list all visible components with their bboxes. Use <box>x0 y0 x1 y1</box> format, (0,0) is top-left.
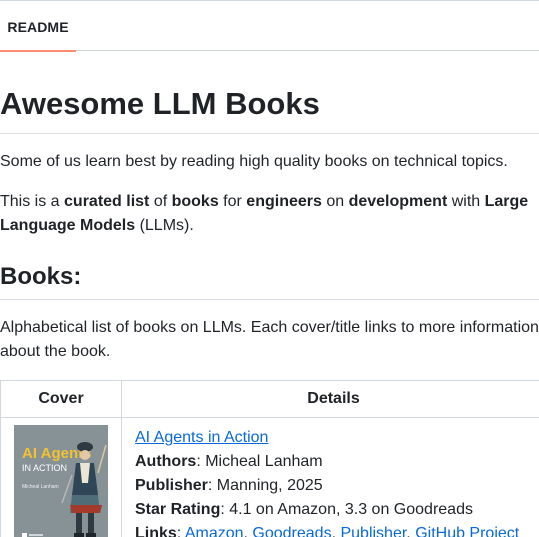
text-span: for <box>218 193 247 210</box>
book-title-line: AI Agents in Action <box>135 426 268 450</box>
link-amazon[interactable]: Amazon <box>185 525 244 537</box>
publisher-label: Publisher <box>135 477 208 494</box>
link-github-project[interactable]: GitHub Project <box>415 525 519 537</box>
cover-author: Micheal Lanham <box>22 484 59 490</box>
rating-label: Star Rating <box>135 501 221 518</box>
tab-readme-label: README <box>7 18 69 35</box>
text-span: on <box>321 193 349 210</box>
publisher-logo <box>22 533 27 537</box>
intro-paragraph: Some of us learn best by reading high qu… <box>0 153 508 170</box>
text-span: (LLMs). <box>135 217 194 234</box>
book-cover-image[interactable]: AI Agents IN ACTION Micheal Lanham <box>14 425 108 537</box>
link-goodreads[interactable]: Goodreads <box>252 525 331 537</box>
page-title: Awesome LLM Books <box>0 86 320 121</box>
bold-text: engineers <box>246 193 322 210</box>
tab-readme[interactable]: README <box>0 2 76 52</box>
column-header-details: Details <box>122 381 539 418</box>
links-line: Links: Amazon, Goodreads, Publisher, Git… <box>135 522 519 537</box>
publisher-value: Manning, 2025 <box>216 477 323 494</box>
tab-bar: README <box>0 0 539 52</box>
rating-value: 4.1 on Amazon, 3.3 on Goodreads <box>229 501 473 518</box>
book-cover-art: AI Agents IN ACTION Micheal Lanham <box>14 425 108 537</box>
cover-title-line2: IN ACTION <box>22 463 67 473</box>
books-table: Cover Details AI Agents IN ACTION Michea… <box>0 380 539 537</box>
table-cell-cover: AI Agents IN ACTION Micheal Lanham <box>1 418 122 537</box>
books-heading: Books: <box>0 263 82 290</box>
table-cell-details: AI Agents in Action Authors: Micheal Lan… <box>122 418 539 537</box>
book-title-link[interactable]: AI Agents in Action <box>135 429 268 446</box>
tab-active-indicator <box>0 50 76 52</box>
text-span: of <box>149 193 172 210</box>
column-header-cover: Cover <box>1 381 122 418</box>
books-divider <box>0 299 539 300</box>
text-span: with <box>447 193 485 210</box>
books-intro-paragraph: Alphabetical list of books on LLMs. Each… <box>0 319 539 360</box>
bold-text: books <box>171 193 219 210</box>
rating-line: Star Rating: 4.1 on Amazon, 3.3 on Goodr… <box>135 501 473 518</box>
bold-text: curated list <box>64 193 150 210</box>
publisher-line: Publisher: Manning, 2025 <box>135 477 323 494</box>
text-span: This is a <box>0 193 65 210</box>
authors-label: Authors <box>135 453 197 470</box>
authors-line: Authors: Micheal Lanham <box>135 453 323 470</box>
authors-value: Micheal Lanham <box>205 453 323 470</box>
bold-text: development <box>348 193 448 210</box>
title-divider <box>0 133 539 134</box>
link-publisher[interactable]: Publisher <box>340 525 406 537</box>
description-paragraph: This is a curated list of books for engi… <box>0 190 539 238</box>
links-label: Links <box>135 525 177 537</box>
